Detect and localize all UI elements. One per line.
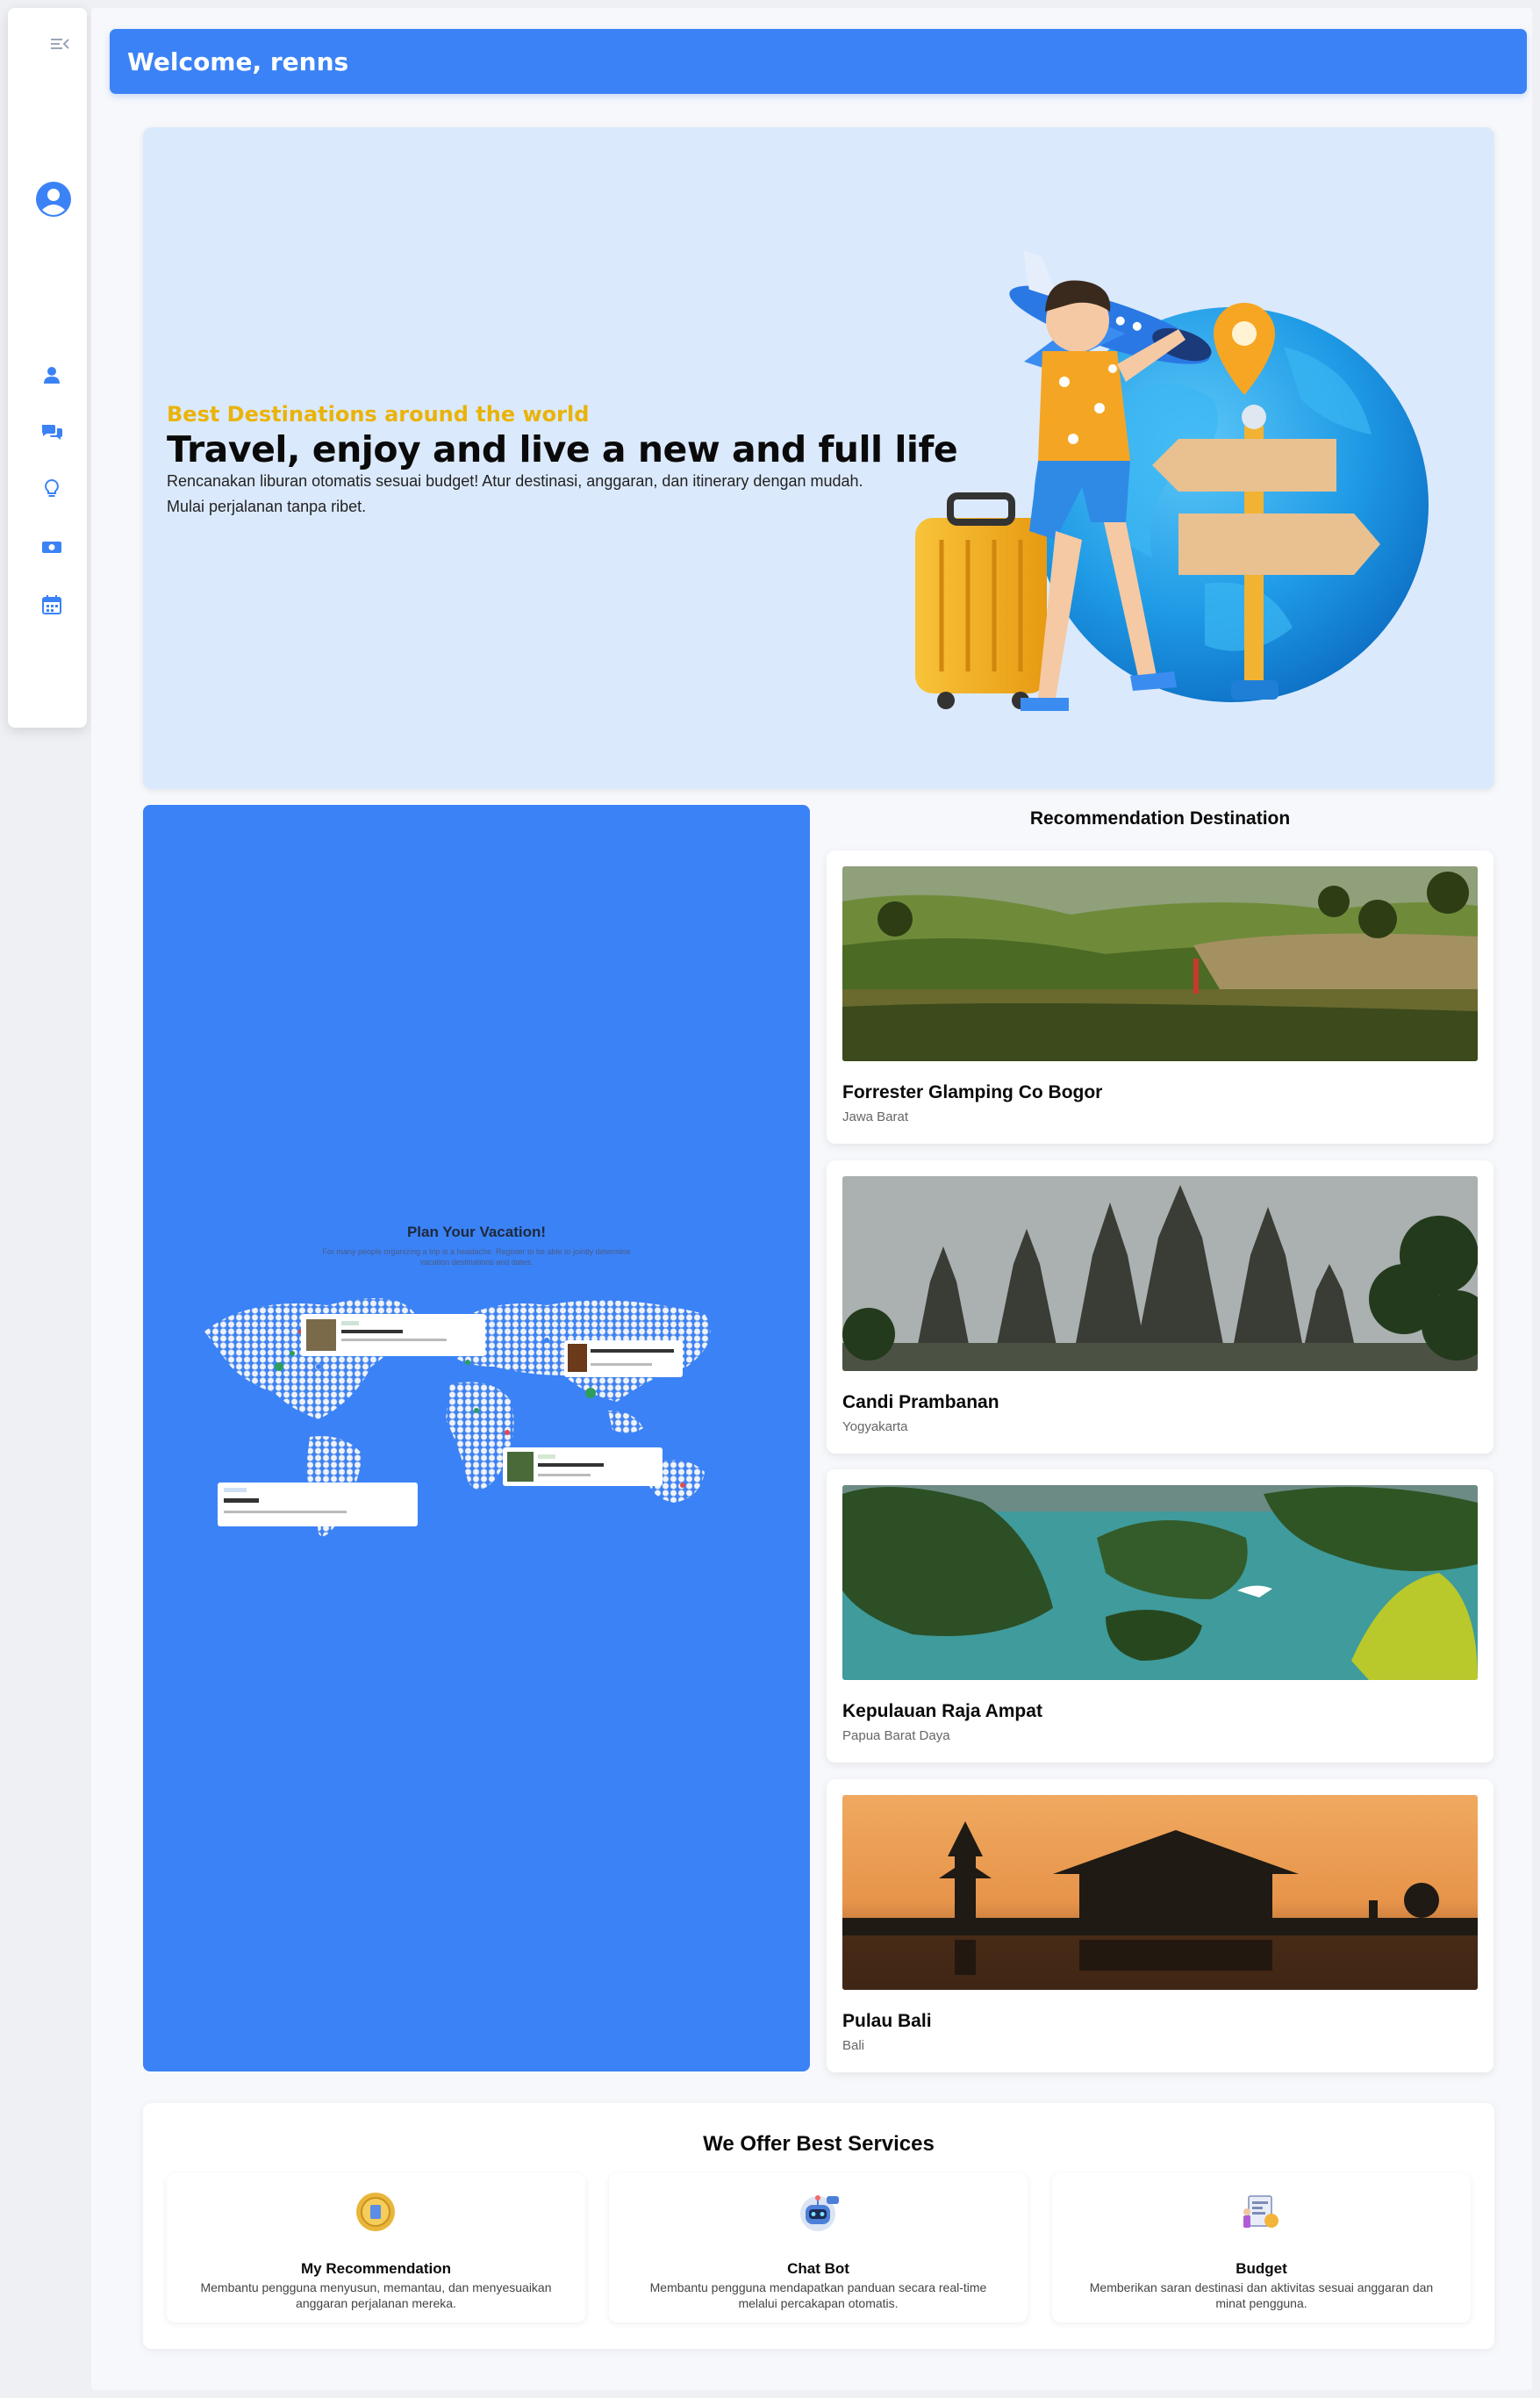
- hero-eyebrow: Best Destinations around the world: [167, 402, 590, 427]
- destination-name: Kepulauan Raja Ampat: [842, 1701, 1042, 1721]
- destination-card[interactable]: Forrester Glamping Co Bogor Jawa Barat: [827, 851, 1493, 1144]
- service-card-recommendation[interactable]: My Recommendation Membantu pengguna meny…: [167, 2173, 585, 2323]
- service-card-budget[interactable]: Budget Memberikan saran destinasi dan ak…: [1052, 2173, 1471, 2323]
- destination-image: [842, 1485, 1478, 1680]
- destination-image: [842, 1176, 1478, 1371]
- traveler-illustration: [915, 250, 1429, 711]
- user-circle-icon[interactable]: [29, 175, 78, 224]
- welcome-header: Welcome, renns: [110, 29, 1527, 94]
- plan-title: Plan Your Vacation!: [406, 1224, 547, 1240]
- plan-subtitle: For many people organizing a trip is a h…: [322, 1247, 631, 1267]
- service-name: My Recommendation: [301, 2260, 451, 2277]
- hero-description: Rencanakan liburan otomatis sesuai budge…: [167, 472, 863, 515]
- user-icon[interactable]: [39, 363, 64, 387]
- destination-card[interactable]: Pulau Bali Bali: [827, 1779, 1493, 2072]
- destination-card[interactable]: Kepulauan Raja Ampat Papua Barat Daya: [827, 1469, 1493, 1763]
- menu-collapse-icon[interactable]: [49, 34, 70, 54]
- service-description: Membantu pengguna menyusun, memantau, da…: [200, 2280, 552, 2310]
- destination-image: [842, 866, 1478, 1061]
- destination-region: Yogyakarta: [842, 1419, 908, 1434]
- destination-image: [842, 1795, 1478, 1990]
- welcome-text: Welcome, renns: [127, 47, 349, 76]
- service-card-chatbot[interactable]: Chat Bot Membantu pengguna mendapatkan p…: [609, 2173, 1028, 2323]
- hero-banner: Best Destinations around the world Trave…: [143, 127, 1494, 789]
- money-icon[interactable]: [39, 535, 64, 559]
- destination-region: Bali: [842, 2038, 865, 2053]
- calendar-icon[interactable]: [39, 592, 64, 617]
- service-description: Memberikan saran destinasi dan aktivitas…: [1089, 2280, 1434, 2310]
- coin-icon: [356, 2193, 395, 2231]
- services-title: We Offer Best Services: [703, 2132, 935, 2156]
- hero-title: Travel, enjoy and live a new and full li…: [167, 428, 958, 470]
- destination-name: Candi Prambanan: [842, 1392, 999, 1412]
- robot-icon: [800, 2195, 839, 2231]
- destination-region: Papua Barat Daya: [842, 1728, 950, 1743]
- destination-card[interactable]: Candi Prambanan Yogyakarta: [827, 1160, 1493, 1454]
- sidebar: [8, 8, 87, 728]
- lightbulb-icon[interactable]: [39, 477, 64, 501]
- destination-name: Pulau Bali: [842, 2011, 932, 2031]
- chat-icon[interactable]: [39, 420, 64, 444]
- services-section: We Offer Best Services My Recommendation…: [143, 2103, 1494, 2349]
- recommendation-title: Recommendation Destination: [1029, 808, 1291, 829]
- service-name: Budget: [1236, 2260, 1287, 2277]
- service-description: Membantu pengguna mendapatkan panduan se…: [649, 2280, 987, 2310]
- plan-vacation-panel: Plan Your Vacation! For many people orga…: [143, 805, 810, 2071]
- world-map-illustration: [204, 1298, 711, 1537]
- destination-region: Jawa Barat: [842, 1109, 909, 1124]
- budget-icon: [1243, 2195, 1279, 2228]
- destination-name: Forrester Glamping Co Bogor: [842, 1082, 1103, 1102]
- service-name: Chat Bot: [787, 2260, 849, 2277]
